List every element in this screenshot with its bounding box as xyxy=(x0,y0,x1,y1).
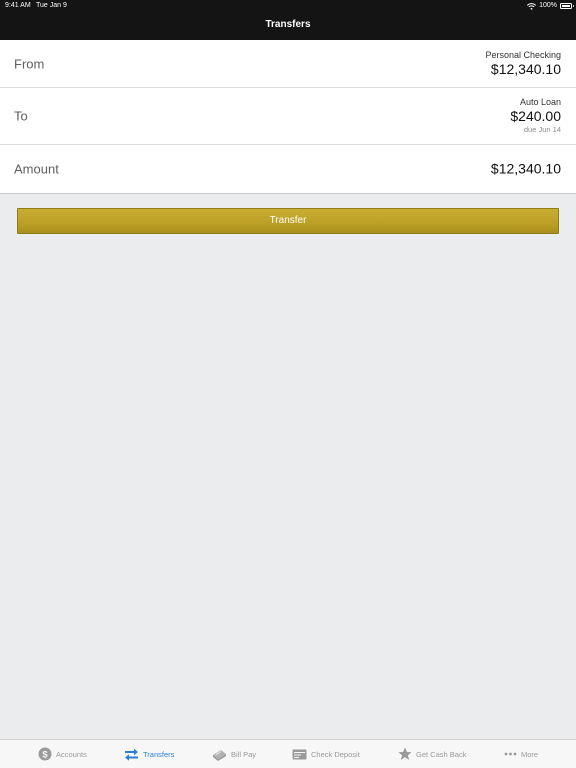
to-account: Auto Loan $240.00 due Jun 14 xyxy=(510,97,561,135)
tab-check-deposit-label: Check Deposit xyxy=(311,749,360,759)
from-row[interactable]: From Personal Checking $12,340.10 xyxy=(0,40,576,88)
status-indicators: 100% xyxy=(527,0,574,12)
from-label: From xyxy=(14,56,45,71)
tab-bar: $ Accounts Transfers Bill Pay Check Depo… xyxy=(0,739,576,768)
from-account-name: Personal Checking xyxy=(485,49,561,60)
battery-percent: 100% xyxy=(539,2,557,9)
tab-transfers[interactable]: Transfers xyxy=(124,740,174,768)
transfer-form: From Personal Checking $12,340.10 To Aut… xyxy=(0,40,576,194)
battery-icon xyxy=(560,3,574,9)
to-account-amount: $240.00 xyxy=(510,108,561,124)
bill-pay-icon xyxy=(212,748,227,761)
page-title: Transfers xyxy=(265,19,311,30)
amount-row[interactable]: Amount $12,340.10 xyxy=(0,145,576,193)
more-dots-icon xyxy=(504,752,517,756)
tab-bill-pay-label: Bill Pay xyxy=(231,749,257,759)
transfer-arrows-icon xyxy=(124,748,139,761)
status-date: Tue Jan 9 xyxy=(36,2,67,9)
dollar-circle-icon: $ xyxy=(38,747,52,761)
tab-accounts-label: Accounts xyxy=(56,749,87,759)
transfer-button[interactable]: Transfer xyxy=(17,208,559,234)
tab-accounts[interactable]: $ Accounts xyxy=(38,740,87,768)
transfers-screen: 9:41 AM Tue Jan 9 100% Transfers From Pe… xyxy=(0,0,576,768)
from-account-balance: $12,340.10 xyxy=(490,60,561,77)
check-icon xyxy=(292,749,307,760)
tab-bill-pay[interactable]: Bill Pay xyxy=(212,740,256,768)
tab-more[interactable]: More xyxy=(504,740,538,768)
tab-transfers-label: Transfers xyxy=(143,749,175,759)
tab-get-cash-back[interactable]: Get Cash Back xyxy=(398,740,466,768)
amount-label: Amount xyxy=(14,161,59,177)
to-label: To xyxy=(14,108,28,124)
from-account: Personal Checking $12,340.10 xyxy=(485,50,561,78)
tab-check-deposit[interactable]: Check Deposit xyxy=(292,740,360,768)
status-bar: 9:41 AM Tue Jan 9 100% xyxy=(0,0,576,12)
wifi-icon xyxy=(527,2,537,10)
star-icon xyxy=(398,747,412,761)
amount-value: $12,340.10 xyxy=(490,160,561,177)
to-account-name: Auto Loan xyxy=(519,97,561,107)
tab-get-cash-back-label: Get Cash Back xyxy=(416,749,467,759)
svg-text:$: $ xyxy=(42,749,48,760)
tab-more-label: More xyxy=(521,749,539,759)
to-row[interactable]: To Auto Loan $240.00 due Jun 14 xyxy=(0,88,576,145)
status-time: 9:41 AM xyxy=(5,2,31,9)
header: 9:41 AM Tue Jan 9 100% Transfers xyxy=(0,0,576,40)
amount-field[interactable]: $12,340.10 xyxy=(491,161,561,178)
to-account-due-date: due Jun 14 xyxy=(523,125,561,134)
